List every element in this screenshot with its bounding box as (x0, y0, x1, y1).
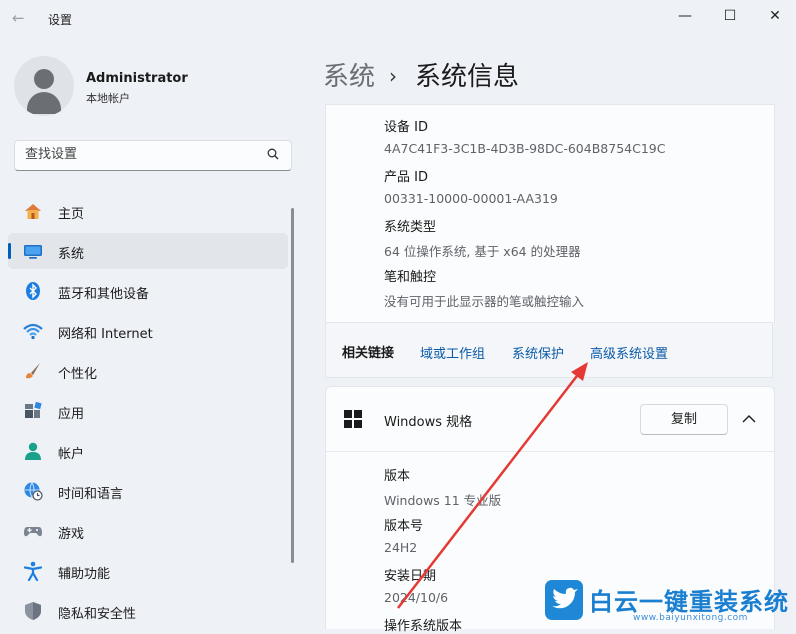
sidebar-item-label: 辅助功能 (58, 567, 111, 582)
spec-label: 版本号 (384, 519, 424, 534)
user-account-type: 本地帐户 (86, 92, 130, 105)
sidebar-item-time-language[interactable]: 时间和语言 (8, 473, 288, 509)
related-links-title: 相关链接 (342, 346, 395, 361)
sidebar-item-label: 蓝牙和其他设备 (58, 287, 150, 302)
apps-icon (23, 401, 43, 421)
chevron-right-icon: › (389, 64, 398, 88)
account-icon (23, 441, 43, 461)
spec-value: Windows 11 专业版 (384, 493, 502, 508)
monitor-icon (23, 241, 43, 261)
spec-value: 00331-10000-00001-AA319 (384, 191, 558, 206)
sidebar-item-apps[interactable]: 应用 (8, 393, 288, 429)
gamepad-icon (23, 521, 43, 541)
spec-label: 系统类型 (384, 220, 437, 235)
spec-label: 操作系统版本 (384, 619, 463, 634)
sidebar-item-label: 应用 (58, 407, 85, 422)
watermark-url: www.baiyunxitong.com (633, 613, 748, 623)
link-advanced-system-settings[interactable]: 高级系统设置 (590, 343, 668, 362)
watermark-text: 白云一键重装系统 (589, 588, 789, 616)
spec-label: 笔和触控 (384, 270, 437, 285)
close-button[interactable]: ✕ (760, 5, 790, 27)
user-avatar-icon[interactable] (14, 56, 74, 116)
brush-icon (23, 361, 43, 381)
search-input[interactable] (25, 147, 255, 162)
minimize-button[interactable]: — (670, 5, 700, 27)
back-arrow-icon[interactable]: ← (12, 9, 25, 27)
sidebar-item-gaming[interactable]: 游戏 (8, 513, 288, 549)
sidebar-item-label: 主页 (58, 207, 85, 222)
sidebar-item-accessibility[interactable]: 辅助功能 (8, 553, 288, 589)
spec-value: 64 位操作系统, 基于 x64 的处理器 (384, 244, 581, 259)
breadcrumb: 系统 › 系统信息 (323, 56, 519, 93)
sidebar-item-label: 游戏 (58, 527, 85, 542)
sidebar-item-privacy-security[interactable]: 隐私和安全性 (8, 593, 288, 629)
search-box[interactable] (14, 140, 292, 171)
spec-label: 版本 (384, 469, 411, 484)
page-title: 系统信息 (415, 62, 520, 92)
sidebar-item-personalization[interactable]: 个性化 (8, 353, 288, 389)
spec-value: 4A7C41F3-3C1B-4D3B-98DC-604B8754C19C (384, 141, 666, 156)
link-domain-workgroup[interactable]: 域或工作组 (420, 343, 485, 362)
link-system-protection[interactable]: 系统保护 (512, 343, 564, 362)
sidebar-item-bluetooth[interactable]: 蓝牙和其他设备 (8, 273, 288, 309)
sidebar-item-label: 网络和 Internet (58, 327, 153, 342)
sidebar-item-accounts[interactable]: 帐户 (8, 433, 288, 469)
twitter-bird-icon (545, 580, 583, 620)
sidebar-item-network[interactable]: 网络和 Internet (8, 313, 288, 349)
wifi-icon (23, 321, 43, 341)
sidebar-item-label: 系统 (58, 247, 85, 262)
shield-icon (23, 601, 43, 621)
sidebar-scrollbar[interactable] (291, 208, 294, 563)
sidebar-item-home[interactable]: 主页 (8, 193, 288, 229)
title-bar: ← 设置 — ☐ ✕ (0, 0, 796, 34)
spec-value: 2024/10/6 (384, 590, 449, 605)
spec-label: 产品 ID (384, 170, 428, 185)
device-specs-card: 设备 ID 4A7C41F3-3C1B-4D3B-98DC-604B8754C1… (325, 104, 775, 323)
globe-clock-icon (23, 481, 43, 501)
bluetooth-icon (23, 281, 43, 301)
related-links-bar: 相关链接 域或工作组 系统保护 高级系统设置 (325, 322, 773, 378)
copy-button[interactable]: 复制 (640, 404, 728, 435)
home-icon (23, 201, 43, 221)
breadcrumb-parent[interactable]: 系统 (323, 62, 375, 92)
sidebar-item-label: 隐私和安全性 (58, 607, 137, 622)
spec-value: 24H2 (384, 540, 418, 555)
windows-specs-title: Windows 规格 (384, 415, 473, 430)
sidebar-item-system[interactable]: 系统 (8, 233, 288, 269)
chevron-up-icon[interactable] (738, 410, 760, 428)
sidebar-item-label: 个性化 (58, 367, 98, 382)
sidebar-item-label: 时间和语言 (58, 487, 124, 502)
windows-specs-header[interactable]: Windows 规格 复制 (326, 387, 774, 452)
search-icon[interactable] (267, 148, 279, 164)
sidebar-item-label: 帐户 (58, 447, 85, 462)
watermark-logo: 白云一键重装系统 www.baiyunxitong.com (545, 580, 796, 628)
spec-label: 设备 ID (384, 120, 428, 135)
spec-value: 没有可用于此显示器的笔或触控输入 (384, 294, 585, 309)
spec-label: 安装日期 (384, 569, 437, 584)
app-title: 设置 (48, 13, 73, 27)
accessibility-icon (23, 561, 43, 582)
user-name: Administrator (86, 71, 188, 86)
windows-logo-icon (344, 410, 362, 428)
sidebar-nav: 主页 系统 蓝牙和其他设备 网络和 Internet 个性化 应用 帐户 时间和… (0, 193, 292, 633)
maximize-button[interactable]: ☐ (715, 5, 745, 27)
